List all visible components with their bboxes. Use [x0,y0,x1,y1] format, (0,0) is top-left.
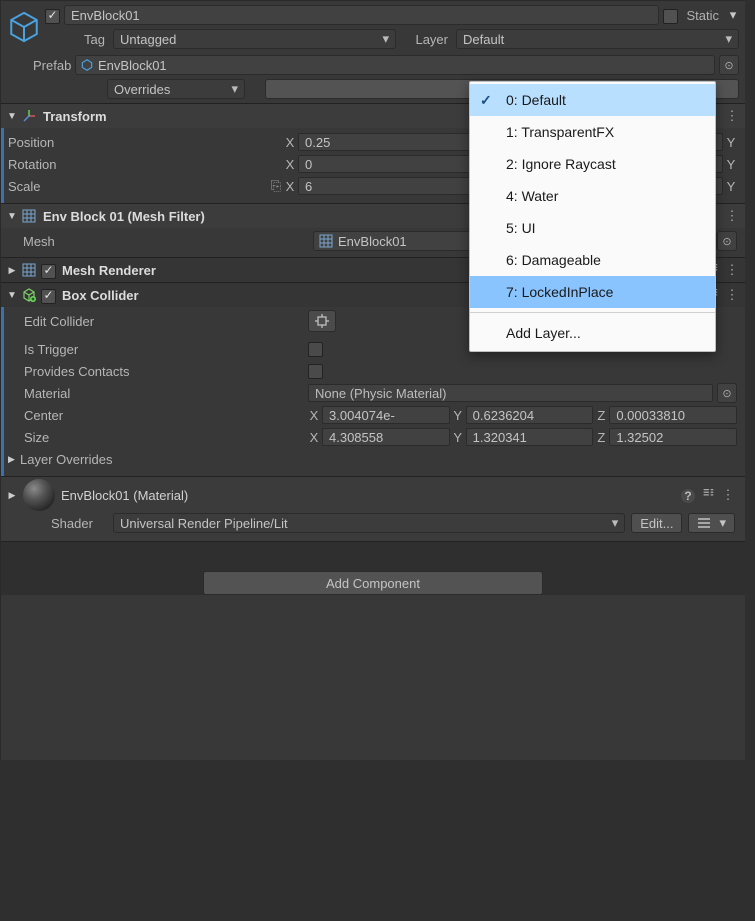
edit-collider-label: Edit Collider [8,314,308,329]
add-component-button[interactable]: Add Component [203,571,543,595]
center-z[interactable]: 0.00033810 [609,406,737,424]
gameobject-name-field[interactable]: EnvBlock01 [64,5,659,25]
shader-menu-button[interactable] [688,513,735,533]
static-dropdown-arrow[interactable] [727,7,739,23]
material-title[interactable]: EnvBlock01 (Material) [61,488,188,503]
transform-menu[interactable] [725,108,739,124]
tag-label: Tag [45,32,109,47]
boxcollider-foldout[interactable] [7,290,17,301]
physic-material-field[interactable]: None (Physic Material) [308,384,713,402]
gameobject-icon[interactable] [7,10,41,44]
boxcollider-title: Box Collider [62,288,139,303]
material-foldout[interactable] [7,490,17,501]
meshrenderer-icon [21,262,37,278]
static-checkbox[interactable] [663,9,678,24]
prefab-label: Prefab [7,58,71,73]
tag-dropdown[interactable]: Untagged [113,29,396,49]
override-indicator [1,128,4,203]
prefab-object-picker[interactable] [719,55,739,75]
provides-contacts-checkbox[interactable] [308,364,323,379]
size-z[interactable]: 1.32502 [609,428,737,446]
size-x[interactable]: 4.308558 [322,428,450,446]
layer-option-damageable[interactable]: 6: Damageable [470,244,715,276]
layer-option-water[interactable]: 4: Water [470,180,715,212]
prefab-asset-name: EnvBlock01 [98,58,167,73]
center-y[interactable]: 0.6236204 [466,406,594,424]
meshfilter-icon [21,208,37,224]
layer-option-ui[interactable]: 5: UI [470,212,715,244]
rotation-label: Rotation [8,157,284,172]
meshfilter-title: Env Block 01 (Mesh Filter) [43,209,205,224]
layer-option-default[interactable]: 0: Default [470,84,715,116]
center-label: Center [8,408,308,423]
size-label: Size [8,430,308,445]
mesh-value: EnvBlock01 [338,234,407,249]
material-preset[interactable] [701,487,715,504]
material-preview-icon [23,479,55,511]
scale-label: Scale ⎘ [8,178,284,194]
scale-link-icon[interactable]: ⎘ [268,178,284,194]
meshrenderer-enabled-checkbox[interactable] [41,264,56,279]
physic-material-picker[interactable] [717,383,737,403]
layer-popup-separator [470,312,715,313]
override-indicator [1,307,4,476]
shader-dropdown[interactable]: Universal Render Pipeline/Lit [113,513,625,533]
size-y[interactable]: 1.320341 [466,428,594,446]
physic-material-label: Material [8,386,308,401]
provides-contacts-label: Provides Contacts [8,364,308,379]
boxcollider-enabled-checkbox[interactable] [41,289,56,304]
active-checkbox[interactable] [45,9,60,24]
layer-label: Layer [400,32,452,47]
is-trigger-label: Is Trigger [8,342,308,357]
layer-option-add-layer[interactable]: Add Layer... [470,317,715,349]
transform-foldout[interactable] [7,111,17,122]
material-menu[interactable] [721,487,735,503]
boxcollider-menu[interactable] [725,287,739,303]
shader-label: Shader [51,516,107,531]
transform-icon [21,108,37,124]
material-help[interactable] [681,488,695,503]
meshfilter-menu[interactable] [725,208,739,224]
meshrenderer-foldout[interactable] [7,265,17,276]
layer-option-ignore-raycast[interactable]: 2: Ignore Raycast [470,148,715,180]
edit-collider-button[interactable] [308,310,336,332]
layer-option-lockedinplace[interactable]: 7: LockedInPlace [470,276,715,308]
meshrenderer-title: Mesh Renderer [62,263,156,278]
transform-title: Transform [43,109,107,124]
static-label[interactable]: Static [686,8,719,23]
meshrenderer-menu[interactable] [725,262,739,278]
boxcollider-icon [21,287,37,303]
layer-option-transparentfx[interactable]: 1: TransparentFX [470,116,715,148]
mesh-label: Mesh [23,234,313,249]
is-trigger-checkbox[interactable] [308,342,323,357]
layer-dropdown[interactable]: Default [456,29,739,49]
meshfilter-foldout[interactable] [7,211,17,222]
overrides-dropdown[interactable]: Overrides [107,79,245,99]
layer-dropdown-popup: 0: Default 1: TransparentFX 2: Ignore Ra… [469,81,716,352]
position-label: Position [8,135,284,150]
layer-overrides-foldout[interactable] [8,454,20,465]
center-x[interactable]: 3.004074e- [322,406,450,424]
shader-edit-button[interactable]: Edit... [631,513,682,533]
mesh-object-picker[interactable] [717,231,737,251]
prefab-asset-field[interactable]: EnvBlock01 [75,55,715,75]
layer-overrides-label[interactable]: Layer Overrides [20,452,112,467]
